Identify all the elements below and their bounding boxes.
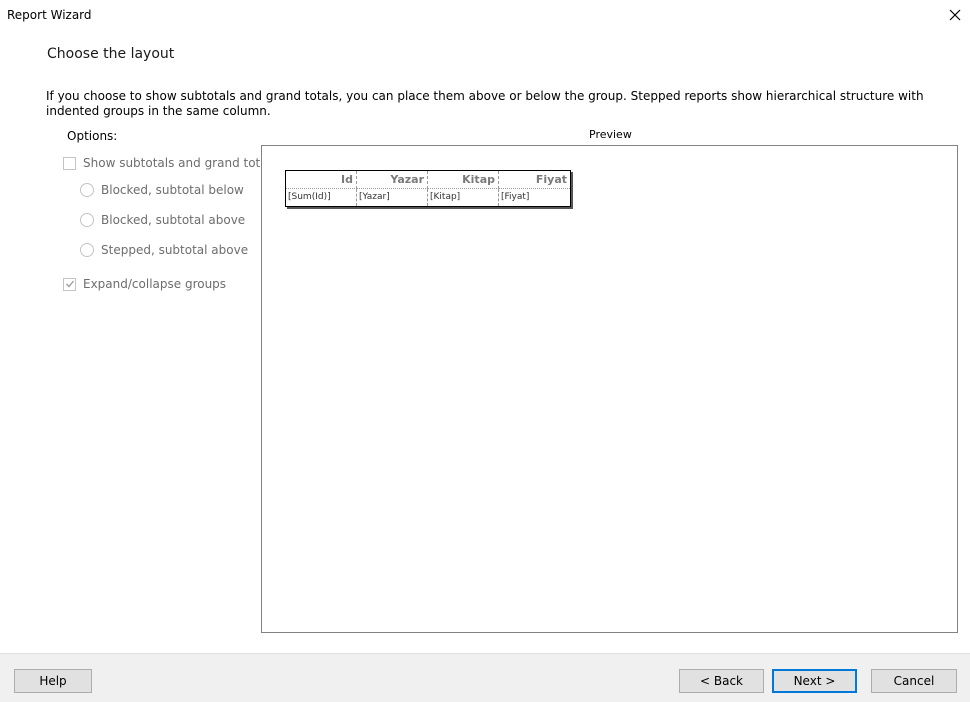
radio-blocked-above[interactable] [80,213,94,227]
preview-cell: [Sum(Id)] [286,189,357,206]
preview-table-header: Id Yazar Kitap Fiyat [286,171,570,189]
preview-cell: [Yazar] [357,189,428,206]
preview-cell: [Fiyat] [501,192,530,202]
preview-header-cell: Fiyat [499,171,570,189]
page-description: If you choose to show subtotals and gran… [46,89,924,118]
expand-collapse-option[interactable]: Expand/collapse groups [63,277,226,291]
preview-table: Id Yazar Kitap Fiyat [Sum(Id)] [Yazar] [… [285,170,571,207]
radio-blocked-below[interactable] [80,183,94,197]
checkmark-icon [65,280,74,288]
radio-stepped-above[interactable] [80,243,94,257]
preview-header-cell: Yazar [357,171,428,189]
preview-cell: [Kitap] [428,189,499,206]
expand-collapse-checkbox[interactable] [63,277,76,291]
options-label: Options: [67,129,118,143]
window-title: Report Wizard [7,8,92,22]
radio-stepped-above-option[interactable]: Stepped, subtotal above [80,243,248,257]
radio-blocked-below-label: Blocked, subtotal below [101,183,244,197]
footer-bar: Help < Back Next > Cancel [0,653,970,702]
radio-blocked-above-option[interactable]: Blocked, subtotal above [80,213,245,227]
expand-collapse-label: Expand/collapse groups [83,277,227,291]
radio-stepped-above-label: Stepped, subtotal above [101,243,249,257]
radio-blocked-below-option[interactable]: Blocked, subtotal below [80,183,244,197]
show-subtotals-option[interactable]: Show subtotals and grand totals [63,156,277,170]
page-title: Choose the layout [47,46,175,62]
next-button[interactable]: Next > [772,669,857,693]
radio-blocked-above-label: Blocked, subtotal above [101,213,246,227]
show-subtotals-checkbox[interactable] [63,156,76,170]
preview-header-cell: Id [286,171,357,189]
show-subtotals-label: Show subtotals and grand totals [83,156,278,170]
preview-panel: Id Yazar Kitap Fiyat [Sum(Id)] [Yazar] [… [261,145,958,633]
preview-table-row: [Sum(Id)] [Yazar] [Kitap] [Fiyat] [286,189,570,206]
preview-label: Preview [589,128,632,141]
preview-header-cell: Kitap [428,171,499,189]
cancel-button[interactable]: Cancel [871,669,957,693]
close-icon [949,6,961,25]
back-button[interactable]: < Back [679,669,764,693]
help-button[interactable]: Help [14,669,92,693]
close-button[interactable] [940,0,970,30]
